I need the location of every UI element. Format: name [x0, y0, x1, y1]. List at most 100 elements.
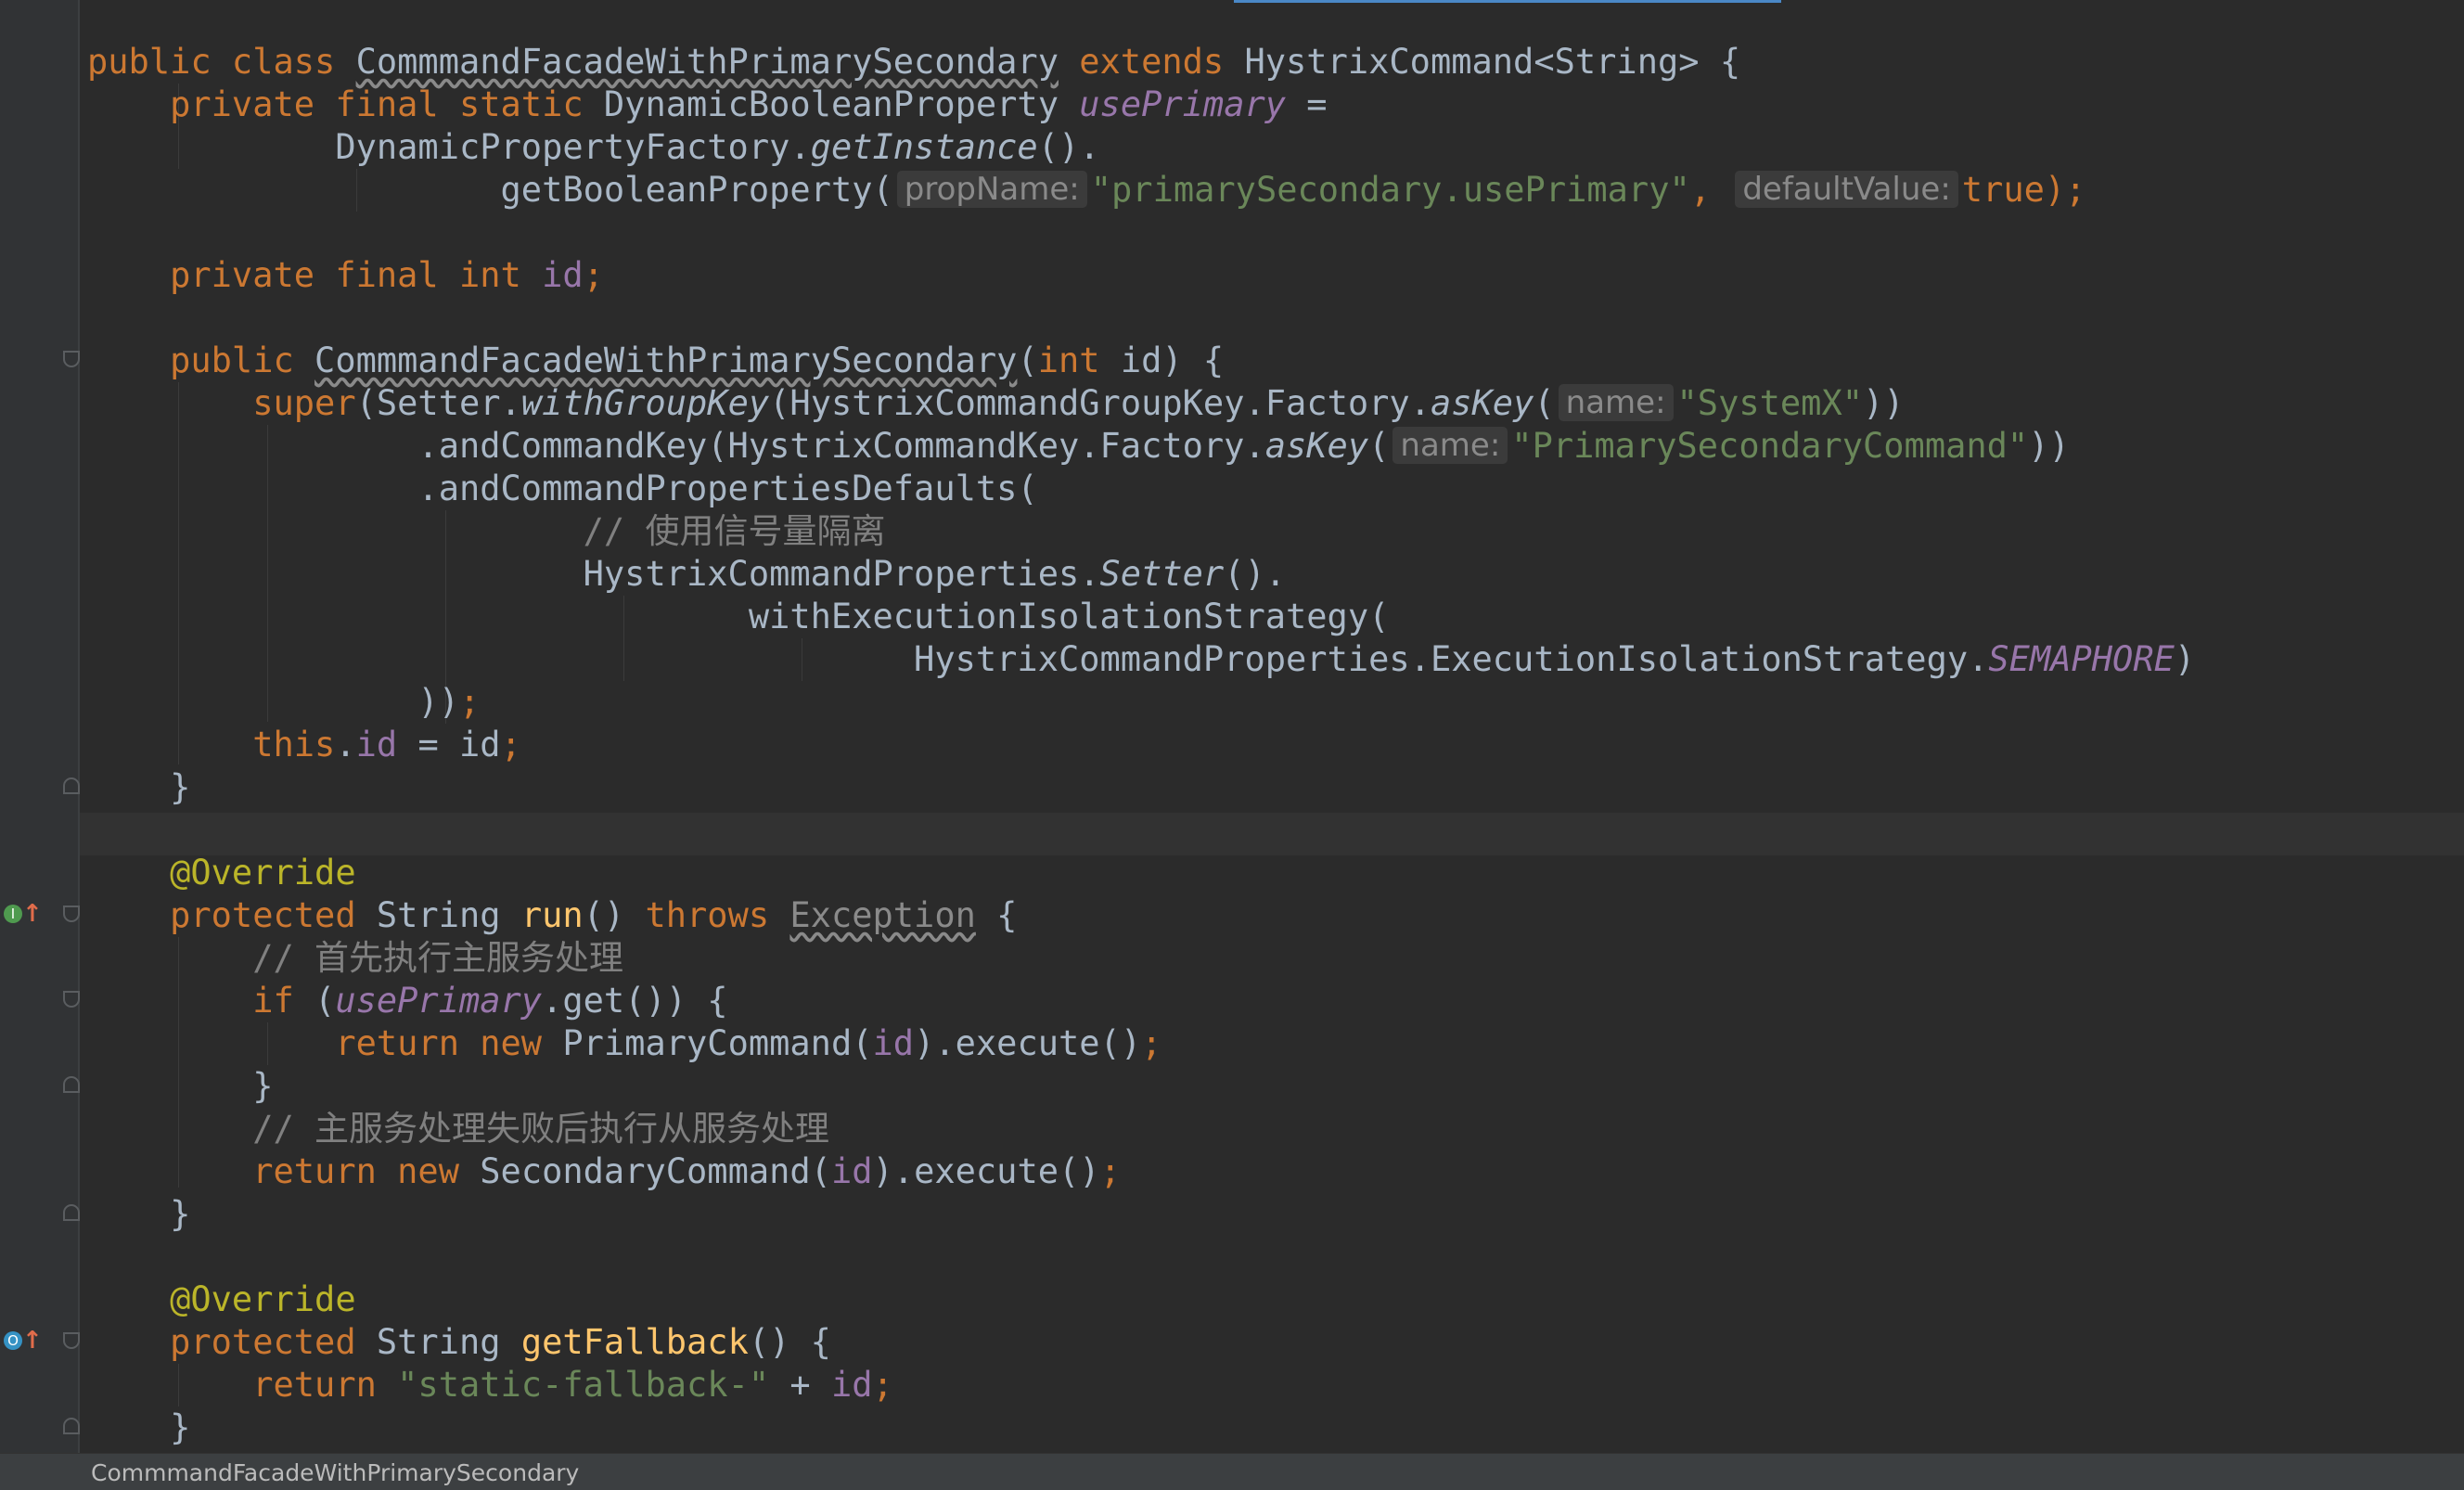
code-line: this.id = id;	[87, 724, 2195, 766]
code-text: (	[314, 981, 336, 1021]
field[interactable]: id	[356, 725, 398, 764]
code-line: return new SecondaryCommand(id).execute(…	[87, 1150, 2195, 1193]
fold-collapse-icon[interactable]	[63, 351, 80, 367]
annotation: @Override	[170, 853, 356, 893]
code-line: protected String run() throws Exception …	[87, 894, 2195, 937]
overrides-method-icon[interactable]: O ↑	[4, 1327, 43, 1355]
code-text: ().	[1037, 127, 1100, 167]
method-call[interactable]: getInstance	[811, 127, 1038, 167]
method-call[interactable]: Setter	[1100, 554, 1225, 594]
keyword: true	[1961, 170, 2045, 210]
parameter-hint: defaultValue:	[1735, 171, 1958, 208]
punctuation: ;	[583, 255, 604, 295]
constructor-name[interactable]: CommmandFacadeWithPrimarySecondary	[314, 340, 1017, 380]
exception-type[interactable]: Exception	[789, 895, 975, 935]
annotation: @Override	[170, 1279, 356, 1319]
field[interactable]: id	[542, 255, 584, 295]
punctuation: ;	[1099, 1151, 1121, 1191]
code-line: @Override	[87, 852, 2195, 894]
gutter-divider	[78, 0, 80, 1453]
keyword: protected	[170, 1322, 377, 1362]
code-line: protected String getFallback() {	[87, 1321, 2195, 1364]
method-name[interactable]: getFallback	[521, 1322, 749, 1362]
keyword: super	[252, 383, 356, 423]
code-line: ));	[87, 681, 2195, 724]
scroll-indicator	[1234, 0, 1781, 3]
fold-expand-icon[interactable]	[63, 1204, 80, 1221]
method-call[interactable]: asKey	[1431, 383, 1534, 423]
class-name[interactable]: CommmandFacadeWithPrimarySecondary	[356, 42, 1059, 82]
comment: // 使用信号量隔离	[583, 511, 886, 551]
code-line: }	[87, 1193, 2195, 1236]
code-line: public class CommmandFacadeWithPrimarySe…	[87, 41, 2195, 83]
keyword: return	[252, 1365, 398, 1405]
field[interactable]: id	[831, 1151, 873, 1191]
code-line: return new PrimaryCommand(id).execute();	[87, 1022, 2195, 1065]
code-text: PrimaryCommand(	[562, 1023, 873, 1063]
code-text: }	[170, 1194, 191, 1234]
field[interactable]: id	[831, 1365, 873, 1405]
method-call[interactable]: withGroupKey	[521, 383, 769, 423]
code-line: return "static-fallback-" + id;	[87, 1364, 2195, 1407]
method-call[interactable]: asKey	[1265, 426, 1368, 466]
code-line: // 主服务处理失败后执行从服务处理	[87, 1108, 2195, 1150]
keyword: return new	[252, 1151, 481, 1191]
keyword: protected	[170, 895, 377, 935]
fold-collapse-icon[interactable]	[63, 906, 80, 922]
code-text: ))	[1863, 383, 1905, 423]
code-text: ).execute()	[872, 1151, 1100, 1191]
code-line: // 首先执行主服务处理	[87, 937, 2195, 980]
fold-collapse-icon[interactable]	[63, 991, 80, 1008]
keyword: private final static	[170, 84, 604, 124]
field[interactable]: id	[873, 1023, 915, 1063]
fold-expand-icon[interactable]	[63, 1076, 80, 1093]
code-text: HystrixCommandProperties.ExecutionIsolat…	[914, 639, 1989, 679]
parameter-hint: name:	[1558, 384, 1674, 421]
code-text: .	[335, 725, 356, 764]
keyword: throws	[645, 895, 790, 935]
code-text: ).execute()	[914, 1023, 1142, 1063]
keyword: int	[1037, 340, 1121, 380]
fold-collapse-icon[interactable]	[63, 1332, 80, 1349]
implements-method-icon[interactable]: I ↑	[4, 900, 43, 928]
code-text: )	[2174, 639, 2196, 679]
string-literal: "static-fallback-"	[397, 1365, 770, 1405]
code-text: (HystrixCommandGroupKey.Factory.	[769, 383, 1431, 423]
code-text: }	[170, 1407, 191, 1447]
breadcrumb[interactable]: CommmandFacadeWithPrimarySecondary	[91, 1454, 579, 1490]
fold-expand-icon[interactable]	[63, 1418, 80, 1434]
string-literal: "SystemX"	[1676, 383, 1864, 423]
class-ref: DynamicPropertyFactory.	[335, 127, 811, 167]
static-field[interactable]: usePrimary	[335, 981, 542, 1021]
fold-expand-icon[interactable]	[63, 777, 80, 794]
code-line: private final static DynamicBooleanPrope…	[87, 83, 2195, 126]
method-name[interactable]: run	[521, 895, 584, 935]
code-text: HystrixCommandProperties.	[583, 554, 1100, 594]
code-text: ))	[2028, 426, 2070, 466]
static-field[interactable]: usePrimary	[1079, 84, 1286, 124]
code-editor[interactable]: I ↑ O ↑ public class CommmandFacadeWithPri…	[0, 0, 2464, 1490]
code-line: super(Setter.withGroupKey(HystrixCommand…	[87, 382, 2195, 425]
code-area[interactable]: public class CommmandFacadeWithPrimarySe…	[87, 41, 2195, 1449]
editor-gutter[interactable]	[0, 0, 78, 1453]
comment: // 主服务处理失败后执行从服务处理	[252, 1109, 830, 1149]
code-line: // 使用信号量隔离	[87, 510, 2195, 553]
type-name: DynamicBooleanProperty	[603, 84, 1080, 124]
keyword: public class	[87, 42, 356, 82]
enum-constant[interactable]: SEMAPHORE	[1988, 639, 2174, 679]
